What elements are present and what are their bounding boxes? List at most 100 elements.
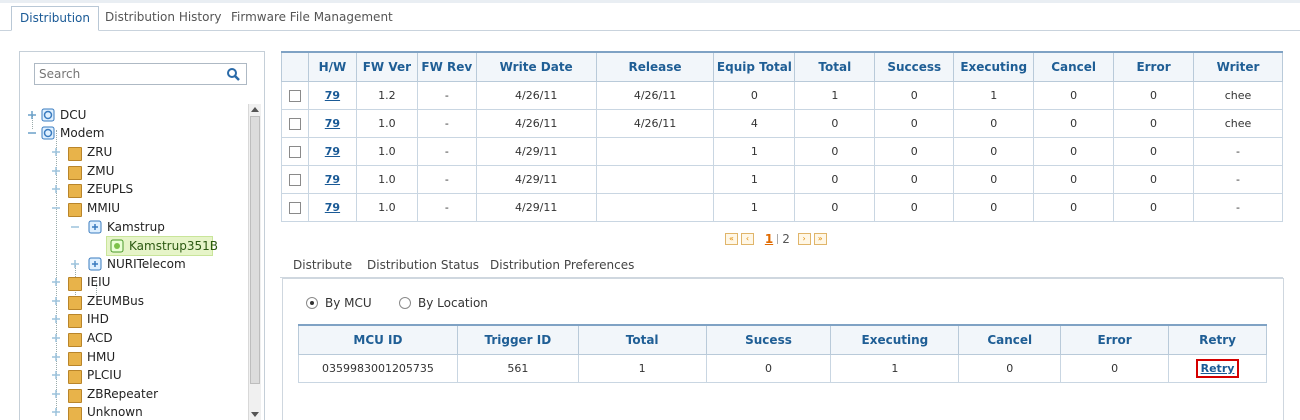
column-header[interactable]: Write Date: [475, 51, 597, 82]
column-header[interactable]: H/W: [307, 51, 357, 82]
folder-icon: [68, 352, 82, 366]
last-page-icon[interactable]: »: [813, 232, 827, 245]
column-header[interactable]: FW Ver: [355, 51, 418, 82]
expand-icon[interactable]: [52, 278, 60, 286]
expand-icon[interactable]: [52, 390, 60, 398]
folder-icon: [68, 203, 82, 217]
expand-icon[interactable]: [52, 353, 60, 361]
collapse-icon[interactable]: [52, 204, 60, 212]
column-header[interactable]: Cancel: [958, 324, 1062, 355]
subtab-distribute[interactable]: Distribute: [293, 258, 352, 272]
table-cell: 0: [874, 193, 955, 222]
table-cell: 4/29/11: [475, 165, 597, 194]
scrollbar-thumb[interactable]: [250, 116, 260, 384]
tree-node-kamstrup351b[interactable]: Kamstrup351B: [106, 236, 218, 256]
column-header[interactable]: Writer: [1193, 51, 1283, 82]
column-header[interactable]: Executing: [953, 51, 1035, 82]
search-input[interactable]: [35, 64, 224, 84]
column-header[interactable]: Total: [577, 324, 707, 355]
column-header[interactable]: Cancel: [1033, 51, 1115, 82]
folder-icon: [68, 370, 82, 384]
prev-page-icon[interactable]: ‹: [741, 232, 754, 245]
radio-button[interactable]: [399, 297, 411, 309]
page-number[interactable]: 1: [765, 232, 773, 246]
scroll-down-icon[interactable]: [251, 412, 259, 418]
hw-link[interactable]: 79: [325, 117, 340, 130]
column-header[interactable]: Retry: [1168, 324, 1267, 355]
search-icon[interactable]: [226, 67, 240, 81]
hw-link[interactable]: 79: [325, 89, 340, 102]
table-cell: 0: [1113, 81, 1194, 110]
select-column-header: [281, 51, 309, 82]
table-cell: 0: [794, 137, 876, 166]
tree-node-label: Kamstrup351B: [129, 239, 218, 253]
table-cell: chee: [1193, 81, 1283, 110]
tree-node-label: ACD: [87, 331, 113, 345]
column-header[interactable]: MCU ID: [298, 324, 458, 355]
row-checkbox[interactable]: [288, 118, 301, 130]
table-row[interactable]: 0359983001205735 561 1 0 1 0 0 Retry: [298, 354, 1267, 383]
folder-icon: [68, 389, 82, 403]
row-checkbox[interactable]: [288, 202, 301, 214]
table-row[interactable]: 79 1.0 - 4/29/11 1 0 0 0 0 0 -: [281, 165, 1283, 194]
table-row[interactable]: 79 1.0 - 4/26/11 4/26/11 4 0 0 0 0 0 che…: [281, 109, 1283, 138]
expand-icon[interactable]: [52, 408, 60, 416]
first-page-icon[interactable]: «: [725, 232, 738, 245]
tab-distribution-history[interactable]: Distribution History: [97, 6, 230, 29]
subtab-distribution-preferences[interactable]: Distribution Preferences: [490, 258, 634, 272]
column-header[interactable]: Equip Total: [713, 51, 796, 82]
page-number[interactable]: 2: [782, 232, 790, 246]
expand-icon[interactable]: [52, 167, 60, 175]
subtab-distribution-status[interactable]: Distribution Status: [367, 258, 479, 272]
next-page-icon[interactable]: ›: [797, 232, 811, 245]
column-header[interactable]: Release: [595, 51, 715, 82]
column-header[interactable]: Error: [1113, 51, 1194, 82]
column-header[interactable]: FW Rev: [416, 51, 477, 82]
radio-label: By Location: [418, 296, 488, 310]
hw-link[interactable]: 79: [325, 201, 340, 214]
tree-scrollbar[interactable]: [248, 104, 261, 420]
expand-icon[interactable]: [52, 371, 60, 379]
table-header-row: MCU ID Trigger ID Total Sucess Executing…: [298, 324, 1267, 355]
tree-node-label: ZEUPLS: [87, 182, 134, 196]
table-cell: -: [416, 81, 477, 110]
tree-node-label: IEIU: [87, 275, 111, 289]
table-cell: 0: [874, 81, 955, 110]
folder-icon: [68, 314, 82, 328]
expand-icon[interactable]: [52, 185, 60, 193]
hw-link[interactable]: 79: [325, 173, 340, 186]
table-cell: 0: [794, 165, 876, 194]
tree-panel: DCU Modem ZRU ZMU ZEUPLS: [19, 51, 265, 420]
table-row[interactable]: 79 1.2 - 4/26/11 4/26/11 0 1 0 1 0 0 che…: [281, 81, 1283, 110]
row-checkbox[interactable]: [288, 90, 301, 102]
network-icon: [41, 126, 55, 140]
expand-icon[interactable]: [52, 315, 60, 323]
expand-icon[interactable]: [71, 260, 79, 268]
radio-button[interactable]: [306, 297, 318, 309]
collapse-icon[interactable]: [71, 223, 79, 231]
expand-icon[interactable]: [28, 111, 36, 119]
expand-icon[interactable]: [52, 334, 60, 342]
tree-node-label: DCU: [60, 108, 87, 122]
expand-icon[interactable]: [52, 148, 60, 156]
retry-button[interactable]: Retry: [1195, 359, 1240, 378]
expand-icon[interactable]: [52, 297, 60, 305]
scroll-up-icon[interactable]: [251, 106, 259, 112]
table-row[interactable]: 79 1.0 - 4/29/11 1 0 0 0 0 0 -: [281, 137, 1283, 166]
table-row[interactable]: 79 1.0 - 4/29/11 1 0 0 0 0 0 -: [281, 193, 1283, 222]
column-header[interactable]: Total: [794, 51, 876, 82]
column-header[interactable]: Sucess: [705, 324, 832, 355]
column-header[interactable]: Trigger ID: [456, 324, 579, 355]
tree-node-label: Modem: [60, 126, 105, 140]
hw-link[interactable]: 79: [325, 145, 340, 158]
table-cell: 4/26/11: [595, 81, 715, 110]
tab-distribution[interactable]: Distribution: [11, 6, 100, 31]
column-header[interactable]: Executing: [830, 324, 960, 355]
column-header[interactable]: Error: [1060, 324, 1170, 355]
row-checkbox[interactable]: [288, 174, 301, 186]
row-checkbox[interactable]: [288, 146, 301, 158]
collapse-icon[interactable]: [28, 129, 36, 137]
column-header[interactable]: Success: [874, 51, 955, 82]
table-cell: 0: [1113, 165, 1194, 194]
tab-firmware-file-management[interactable]: Firmware File Management: [223, 6, 401, 29]
